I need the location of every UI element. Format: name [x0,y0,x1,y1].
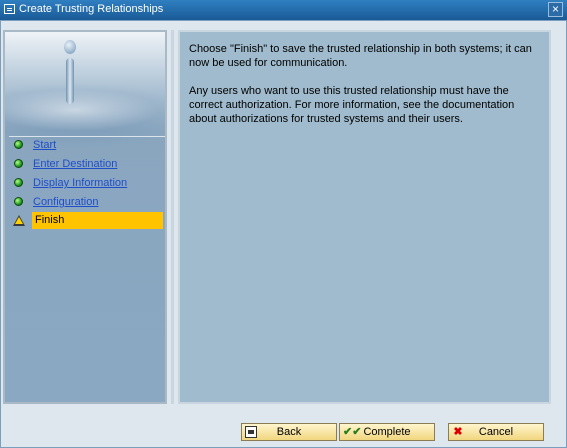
close-icon[interactable]: × [548,2,563,17]
wizard-roadmap-panel: Start Enter Destination Display Informat… [3,30,167,404]
roadmap-step-configuration[interactable]: Configuration [8,193,165,212]
double-check-icon: ✔✔ [343,426,362,438]
roadmap-link-enter-destination[interactable]: Enter Destination [33,158,117,170]
window-title: Create Trusting Relationships [19,3,164,15]
title-bar: Create Trusting Relationships × [0,0,567,20]
wizard-content-panel: Choose "Finish" to save the trusted rela… [178,30,551,404]
warning-triangle-icon [13,215,25,226]
back-icon [245,426,257,438]
panel-separator [171,30,174,404]
roadmap-step-finish: Finish [8,212,165,231]
roadmap-step-display-information[interactable]: Display Information [8,174,165,193]
roadmap-step-enter-destination[interactable]: Enter Destination [8,155,165,174]
green-status-icon [14,140,23,149]
cancel-x-icon: ✖ [453,426,463,438]
back-button[interactable]: Back [241,423,337,441]
roadmap-link-display-information[interactable]: Display Information [33,177,127,189]
roadmap-current-step-label: Finish [32,212,163,229]
complete-button-label: Complete [363,426,411,438]
window-icon [4,4,15,14]
cancel-button-label: Cancel [478,426,514,438]
content-paragraph-1: Choose "Finish" to save the trusted rela… [189,43,532,69]
roadmap-link-start[interactable]: Start [33,139,56,151]
roadmap-steps: Start Enter Destination Display Informat… [8,136,165,231]
green-status-icon [14,178,23,187]
roadmap-step-start[interactable]: Start [8,136,165,155]
green-status-icon [14,159,23,168]
green-status-icon [14,197,23,206]
water-splash-image [66,58,74,104]
complete-button[interactable]: ✔✔ Complete [339,423,435,441]
roadmap-link-configuration[interactable]: Configuration [33,196,98,208]
cancel-button[interactable]: ✖ Cancel [448,423,544,441]
content-paragraph-2: Any users who want to use this trusted r… [189,85,515,125]
back-button-label: Back [276,426,302,438]
water-drop-image [64,40,76,54]
